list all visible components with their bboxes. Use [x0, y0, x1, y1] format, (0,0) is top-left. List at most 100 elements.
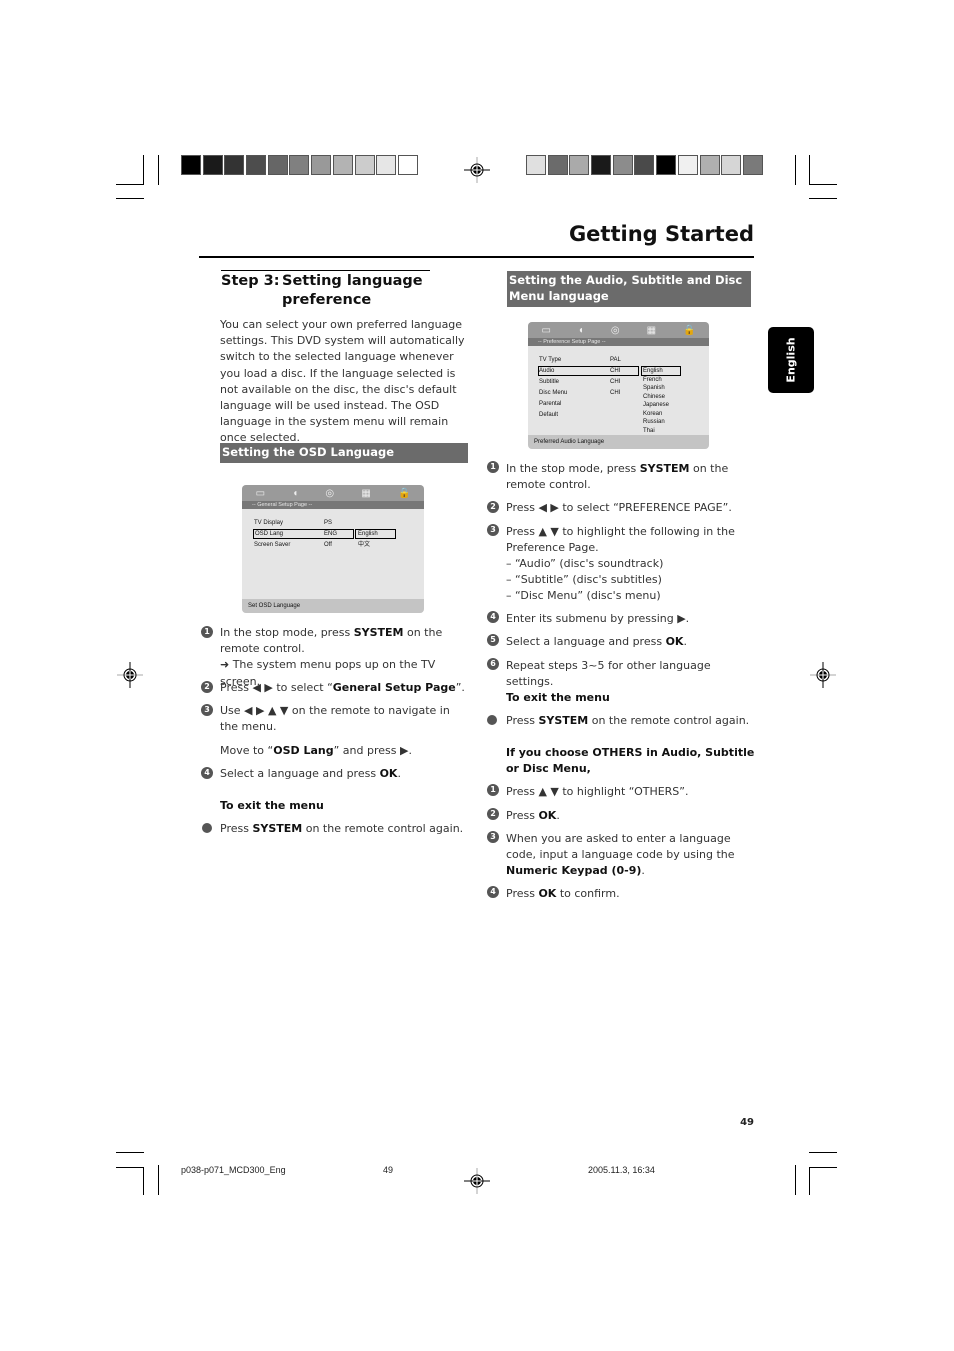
- color-swatch: [354, 155, 375, 175]
- osd-option: 中文: [358, 542, 371, 548]
- step-number: 2: [487, 808, 499, 820]
- crop-mark: [116, 1152, 144, 1153]
- color-swatch: [224, 155, 245, 175]
- step-item: In the stop mode, press SYSTEM on the re…: [506, 462, 729, 492]
- crop-mark: [143, 1167, 144, 1195]
- osd-status-bar: Set OSD Language: [242, 599, 424, 613]
- color-swatch: [376, 155, 397, 175]
- color-swatch: [591, 155, 612, 175]
- exit-instruction: Press SYSTEM on the remote control again…: [506, 714, 750, 727]
- color-swatch: [332, 155, 353, 175]
- osd-language-option: Korean: [643, 410, 663, 417]
- step-number: 5: [487, 634, 499, 646]
- osd-row-value: PAL: [610, 357, 621, 363]
- osd-icon-bar: ▭ ◖ ◎ ▦ 🔒: [528, 322, 709, 338]
- language-tab-label: English: [784, 337, 798, 383]
- osd-row-label: Parental: [539, 401, 562, 407]
- osd-row-label: Screen Saver: [254, 542, 291, 548]
- intro-paragraph: You can select your own preferred langua…: [220, 318, 465, 445]
- osd-language-option: Japanese: [643, 402, 670, 408]
- step-title: Setting language preference: [282, 273, 423, 308]
- step-item: Press OK to confirm.: [506, 887, 620, 900]
- osd-row-label: OSD Lang: [255, 531, 284, 537]
- step-item: Use ◀ ▶ ▲ ▼ on the remote to navigate in…: [220, 704, 450, 734]
- osd-preference-setup-screenshot: ▭ ◖ ◎ ▦ 🔒 -- Preference Setup Page -- TV Typ…: [528, 322, 709, 449]
- step-number: 1: [487, 784, 499, 796]
- registration-mark-icon: [810, 662, 836, 688]
- osd-row-value: PS: [324, 520, 333, 526]
- language-tab: English: [768, 327, 814, 393]
- crop-mark: [809, 198, 837, 199]
- step-number: 2: [487, 501, 499, 513]
- registration-mark-icon: [117, 662, 143, 688]
- step-divider: [221, 270, 430, 271]
- disc-icon: ◎: [610, 324, 620, 336]
- crop-mark: [795, 1165, 796, 1195]
- crop-mark: [809, 1167, 837, 1168]
- step-number: 2: [201, 681, 213, 693]
- color-swatch: [569, 155, 590, 175]
- tv-icon: ▭: [255, 487, 266, 499]
- step-item: Press ◀ ▶ to select “PREFERENCE PAGE”.: [506, 501, 732, 514]
- footer-date: 2005.11.3, 16:34: [588, 1165, 655, 1175]
- color-swatch: [289, 155, 310, 175]
- crop-mark: [158, 155, 159, 185]
- osd-row-label: TV Display: [254, 520, 284, 526]
- color-swatch: [612, 155, 633, 175]
- color-swatch: [634, 155, 655, 175]
- color-swatch: [742, 155, 763, 175]
- film-icon: ▦: [361, 487, 371, 499]
- crop-mark: [158, 1165, 159, 1195]
- osd-status-bar: Preferred Audio Language: [528, 435, 709, 449]
- crop-mark: [116, 184, 144, 185]
- section-heading-osd: Setting the OSD Language: [220, 443, 468, 463]
- osd-page-title: -- Preference Setup Page --: [528, 338, 709, 346]
- film-icon: ▦: [646, 324, 657, 336]
- osd-general-setup-screenshot: ▭ ◖ ◎ ▦ 🔒 -- General Setup Page -- TV Displa…: [242, 485, 424, 613]
- step-number: 3: [487, 831, 499, 843]
- osd-icon-bar: ▭ ◖ ◎ ▦ 🔒: [242, 485, 424, 501]
- color-swatch: [721, 155, 742, 175]
- color-calibration-bar-left: [181, 155, 420, 175]
- osd-page-title: -- General Setup Page --: [242, 501, 424, 509]
- crop-mark: [809, 155, 810, 185]
- color-swatch: [656, 155, 677, 175]
- osd-row-value: CHI: [610, 390, 621, 396]
- step-item: Select a language and press OK.: [220, 767, 401, 780]
- osd-language-option: Spanish: [643, 385, 665, 391]
- step-item: Repeat steps 3~5 for other language sett…: [506, 659, 711, 689]
- step-item: Press OK.: [506, 809, 560, 822]
- osd-row-label: Default: [539, 412, 559, 418]
- step-number: 4: [487, 611, 499, 623]
- color-swatch: [677, 155, 698, 175]
- page-title: Getting Started: [568, 222, 754, 246]
- osd-row-value: ENG: [324, 531, 338, 537]
- step-subitem: – “Disc Menu” (disc's menu): [506, 589, 661, 602]
- osd-language-option: French: [643, 376, 662, 383]
- step-subitem: – “Audio” (disc's soundtrack): [506, 557, 664, 570]
- step-heading: Step 3: Setting language preference: [221, 272, 442, 310]
- step-number: 6: [487, 658, 499, 670]
- osd-language-option: Thai: [643, 427, 655, 434]
- exit-instruction: Press SYSTEM on the remote control again…: [220, 822, 464, 835]
- crop-mark: [116, 1167, 144, 1168]
- step-number: 4: [487, 886, 499, 898]
- footer-filename: p038-p071_MCD300_Eng: [181, 1165, 286, 1175]
- step-number: 3: [201, 704, 213, 716]
- crop-mark: [143, 155, 144, 185]
- crop-mark: [795, 155, 796, 185]
- footer-sheet-number: 49: [383, 1165, 394, 1175]
- step-item: Press ◀ ▶ to select “General Setup Page”…: [220, 681, 465, 694]
- step-number: 3: [487, 524, 499, 536]
- color-swatch: [181, 155, 201, 175]
- speaker-icon: ◖: [577, 324, 584, 336]
- step-item: Press ▲ ▼ to highlight the following in …: [506, 525, 735, 555]
- title-divider: [199, 256, 754, 258]
- registration-mark-icon: [464, 1168, 490, 1194]
- color-swatch: [699, 155, 720, 175]
- crop-mark: [809, 1167, 810, 1195]
- color-swatch: [311, 155, 332, 175]
- color-swatch: [526, 155, 546, 175]
- step-item: Press ▲ ▼ to highlight “OTHERS”.: [506, 785, 689, 798]
- crop-mark: [809, 1152, 837, 1153]
